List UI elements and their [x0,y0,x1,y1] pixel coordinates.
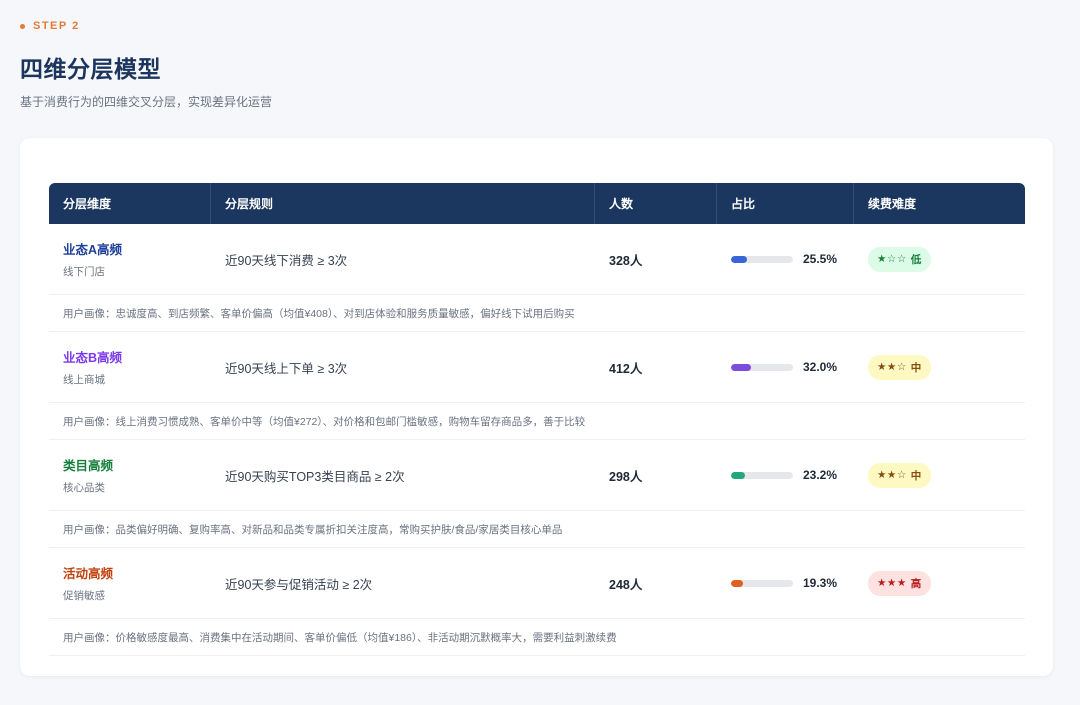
ratio-bar-fill [731,471,746,479]
rule-cell: 近90天线下消费 ≥ 3次 [211,224,595,294]
ratio-cell: 23.2% [717,440,854,510]
segment-subtitle: 核心品类 [63,482,105,494]
segment-count: 412人 [609,361,643,376]
column-header-rule: 分层规则 [211,183,595,224]
ratio-percent: 23.2% [803,468,838,482]
table-row: 类目高频 核心品类 近90天购买TOP3类目商品 ≥ 2次 298人 23.2% ★★☆ 中 [49,440,1025,511]
column-header-count: 人数 [595,183,717,224]
count-cell: 412人 [595,332,717,402]
star-rating-icon: ★★☆ [877,361,907,373]
table-row: 业态B高频 线上商城 近90天线上下单 ≥ 3次 412人 32.0% ★★☆ 中 [49,332,1025,403]
star-rating-icon: ★★★ [877,577,907,589]
count-cell: 248人 [595,548,717,618]
segment-subtitle: 促销敏感 [63,590,105,602]
star-rating-icon: ★☆☆ [877,253,907,265]
rule-cell: 近90天线上下单 ≥ 3次 [211,332,595,402]
difficulty-label: 高 [910,577,922,590]
step-label: STEP 2 [20,20,80,32]
difficulty-badge: ★★☆ 中 [868,354,931,380]
segment-subtitle: 线上商城 [63,374,105,386]
rule-cell: 近90天购买TOP3类目商品 ≥ 2次 [211,440,595,510]
table-row: 业态A高频 线下门店 近90天线下消费 ≥ 3次 328人 25.5% ★☆☆ 低 [49,224,1025,295]
ratio-bar [731,363,793,371]
difficulty-badge: ★★☆ 中 [868,462,931,488]
segment-name: 业态A高频 [63,243,123,257]
difficulty-cell: ★★☆ 中 [854,332,1025,402]
persona-row: 用户画像：品类偏好明确、复购率高、对新品和品类专属折扣关注度高，常购买护肤/食品… [49,511,1025,548]
segment-rule: 近90天参与促销活动 ≥ 2次 [225,577,373,592]
difficulty-badge: ★★★ 高 [868,570,931,596]
segment-count: 248人 [609,577,643,592]
rule-cell: 近90天参与促销活动 ≥ 2次 [211,548,595,618]
ratio-percent: 25.5% [803,252,838,266]
ratio-bar-fill [731,363,751,371]
segment-count: 298人 [609,469,643,484]
ratio-bar [731,579,793,587]
persona-row: 用户画像：忠诚度高、到店频繁、客单价偏高（均值¥408）、对到店体验和服务质量敏… [49,295,1025,332]
persona-row: 用户画像：线上消费习惯成熟、客单价中等（均值¥272）、对价格和包邮门槛敏感，购… [49,403,1025,440]
step-text: STEP 2 [33,20,80,32]
segment-cell: 类目高频 核心品类 [49,440,211,510]
step-dot-icon [20,23,25,29]
content-card: 分层维度 分层规则 人数 占比 续费难度 业态A高频 线下门店 近90天线下消费 ≥… [20,138,1053,676]
segment-name: 类目高频 [63,459,114,473]
table-header: 分层维度 分层规则 人数 占比 续费难度 [49,183,1025,224]
difficulty-label: 中 [910,361,922,374]
segment-count: 328人 [609,253,643,268]
persona-row: 用户画像：价格敏感度最高、消费集中在活动期间、客单价偏低（均值¥186）、非活动… [49,619,1025,656]
difficulty-badge: ★☆☆ 低 [868,246,931,272]
ratio-cell: 25.5% [717,224,854,294]
difficulty-label: 中 [910,469,922,482]
ratio-bar [731,255,793,263]
segment-cell: 业态A高频线下门店 [49,224,211,294]
column-header-ratio: 占比 [717,183,854,224]
ratio-cell: 19.3% [717,548,854,618]
segment-cell: 活动高频 促销敏感 [49,548,211,618]
ratio-cell: 32.0% [717,332,854,402]
ratio-bar-fill [731,255,747,263]
difficulty-label: 低 [910,253,922,266]
page-title: 四维分层模型 [20,56,161,82]
difficulty-cell: ★★☆ 中 [854,440,1025,510]
segment-rule: 近90天购买TOP3类目商品 ≥ 2次 [225,469,405,484]
table-row: 活动高频 促销敏感 近90天参与促销活动 ≥ 2次 248人 19.3% ★★★ 高 [49,548,1025,619]
ratio-bar [731,471,793,479]
difficulty-cell: ★☆☆ 低 [854,224,1025,294]
segment-name: 业态B高频 [63,351,123,365]
segment-name: 活动高频 [63,567,114,581]
count-cell: 298人 [595,440,717,510]
column-header-difficulty: 续费难度 [868,197,917,211]
ratio-percent: 32.0% [803,360,838,374]
segment-table: 分层维度 分层规则 人数 占比 续费难度 业态A高频 线下门店 近90天线下消费 ≥… [49,183,1025,656]
segment-rule: 近90天线下消费 ≥ 3次 [225,253,348,268]
count-cell: 328人 [595,224,717,294]
segment-cell: 业态B高频线上商城 [49,332,211,402]
difficulty-cell: ★★★ 高 [854,548,1025,618]
ratio-percent: 19.3% [803,576,838,590]
column-header-dimension: 分层维度 [49,183,211,224]
star-rating-icon: ★★☆ [877,469,907,481]
table-body: 业态A高频 线下门店 近90天线下消费 ≥ 3次 328人 25.5% ★☆☆ 低用户画像：… [49,224,1025,656]
ratio-bar-fill [731,579,743,587]
segment-subtitle: 线下门店 [63,266,105,278]
page-subtitle: 基于消费行为的四维交叉分层，实现差异化运营 [20,95,273,109]
segment-rule: 近90天线上下单 ≥ 3次 [225,361,348,376]
